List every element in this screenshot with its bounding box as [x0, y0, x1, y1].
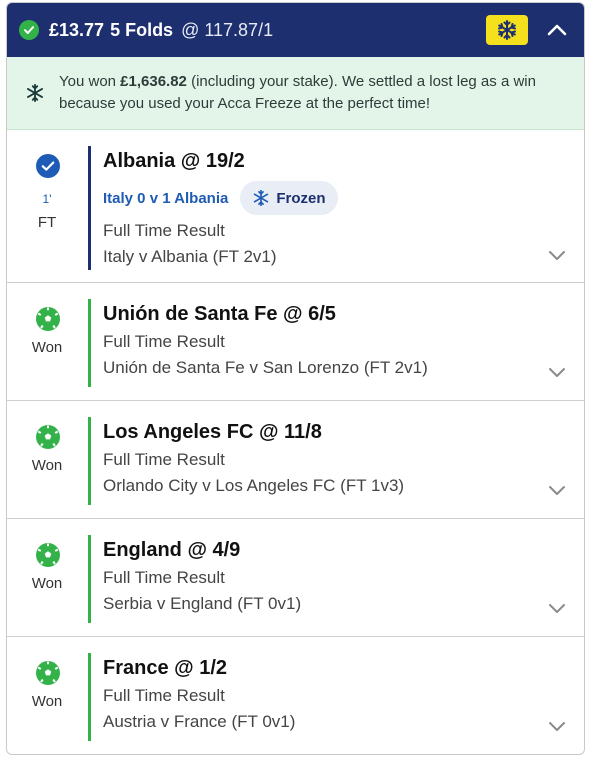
chevron-down-icon[interactable] — [548, 603, 566, 615]
chevron-down-icon[interactable] — [548, 721, 566, 733]
bet-header[interactable]: £13.77 5 Folds @ 117.87/1 — [7, 3, 584, 57]
total-odds: @ 117.87/1 — [181, 19, 274, 40]
market-name: Full Time Result — [103, 568, 225, 587]
winnings-amount: £1,636.82 — [120, 73, 187, 90]
market-name: Full Time Result — [103, 332, 225, 351]
selection-title: Unión de Santa Fe @ 6/5 — [103, 303, 336, 325]
acca-bet-card: £13.77 5 Folds @ 117.87/1 You won £1,636… — [6, 2, 585, 755]
bet-leg[interactable]: 1' FT Albania @ 19/2 Italy 0 v 1 Albania — [7, 130, 584, 283]
bet-type: 5 Folds — [110, 19, 174, 40]
banner-message: You won £1,636.82 (including your stake)… — [59, 73, 536, 112]
leg-divider — [88, 535, 91, 623]
frozen-badge: Frozen — [240, 181, 338, 215]
collapse-button[interactable] — [542, 15, 572, 45]
stake-amount: £13.77 — [49, 19, 105, 40]
leg-status: Won — [31, 339, 63, 356]
selection-title: France @ 1/2 — [103, 657, 228, 679]
chevron-down-icon[interactable] — [548, 367, 566, 379]
match-minute: 1' — [42, 192, 52, 206]
leg-divider — [88, 146, 91, 270]
chevron-down-icon[interactable] — [548, 250, 566, 262]
event-name: Orlando City v Los Angeles FC (FT 1v3) — [103, 476, 405, 495]
football-icon — [36, 307, 60, 331]
leg-status: Won — [31, 575, 63, 592]
leg-status: Won — [31, 457, 63, 474]
selection-title: England @ 4/9 — [103, 539, 241, 561]
event-name: Serbia v England (FT 0v1) — [103, 594, 302, 613]
leg-status: Won — [31, 693, 63, 710]
market-name: Full Time Result — [103, 450, 225, 469]
snowflake-icon — [25, 83, 47, 103]
event-name: Austria v France (FT 0v1) — [103, 712, 296, 731]
chevron-down-icon[interactable] — [548, 485, 566, 497]
check-icon — [19, 20, 39, 40]
bet-leg[interactable]: Won Los Angeles FC @ 11/8 Full Time Resu… — [7, 401, 584, 519]
event-name: Unión de Santa Fe v San Lorenzo (FT 2v1) — [103, 358, 428, 377]
event-name: Italy v Albania (FT 2v1) — [103, 247, 277, 266]
football-icon — [36, 661, 60, 685]
leg-divider — [88, 299, 91, 387]
football-icon — [36, 543, 60, 567]
acca-freeze-button[interactable] — [486, 15, 528, 45]
leg-divider — [88, 653, 91, 741]
selection-title: Albania @ 19/2 — [103, 150, 245, 172]
snowflake-icon — [254, 189, 269, 207]
chevron-up-icon — [547, 24, 567, 36]
leg-divider — [88, 417, 91, 505]
bet-leg[interactable]: Won France @ 1/2 Full Time Result Austri… — [7, 637, 584, 754]
bet-leg[interactable]: Won England @ 4/9 Full Time Result Serbi… — [7, 519, 584, 637]
leg-status: FT — [37, 214, 57, 231]
market-name: Full Time Result — [103, 686, 225, 705]
snowflake-icon — [498, 20, 516, 40]
football-icon — [36, 425, 60, 449]
market-name: Full Time Result — [103, 221, 225, 240]
acca-freeze-banner: You won £1,636.82 (including your stake)… — [7, 57, 584, 130]
selection-title: Los Angeles FC @ 11/8 — [103, 421, 322, 443]
bet-leg[interactable]: Won Unión de Santa Fe @ 6/5 Full Time Re… — [7, 283, 584, 401]
live-score: Italy 0 v 1 Albania — [103, 189, 229, 207]
check-circle-icon — [36, 154, 60, 178]
